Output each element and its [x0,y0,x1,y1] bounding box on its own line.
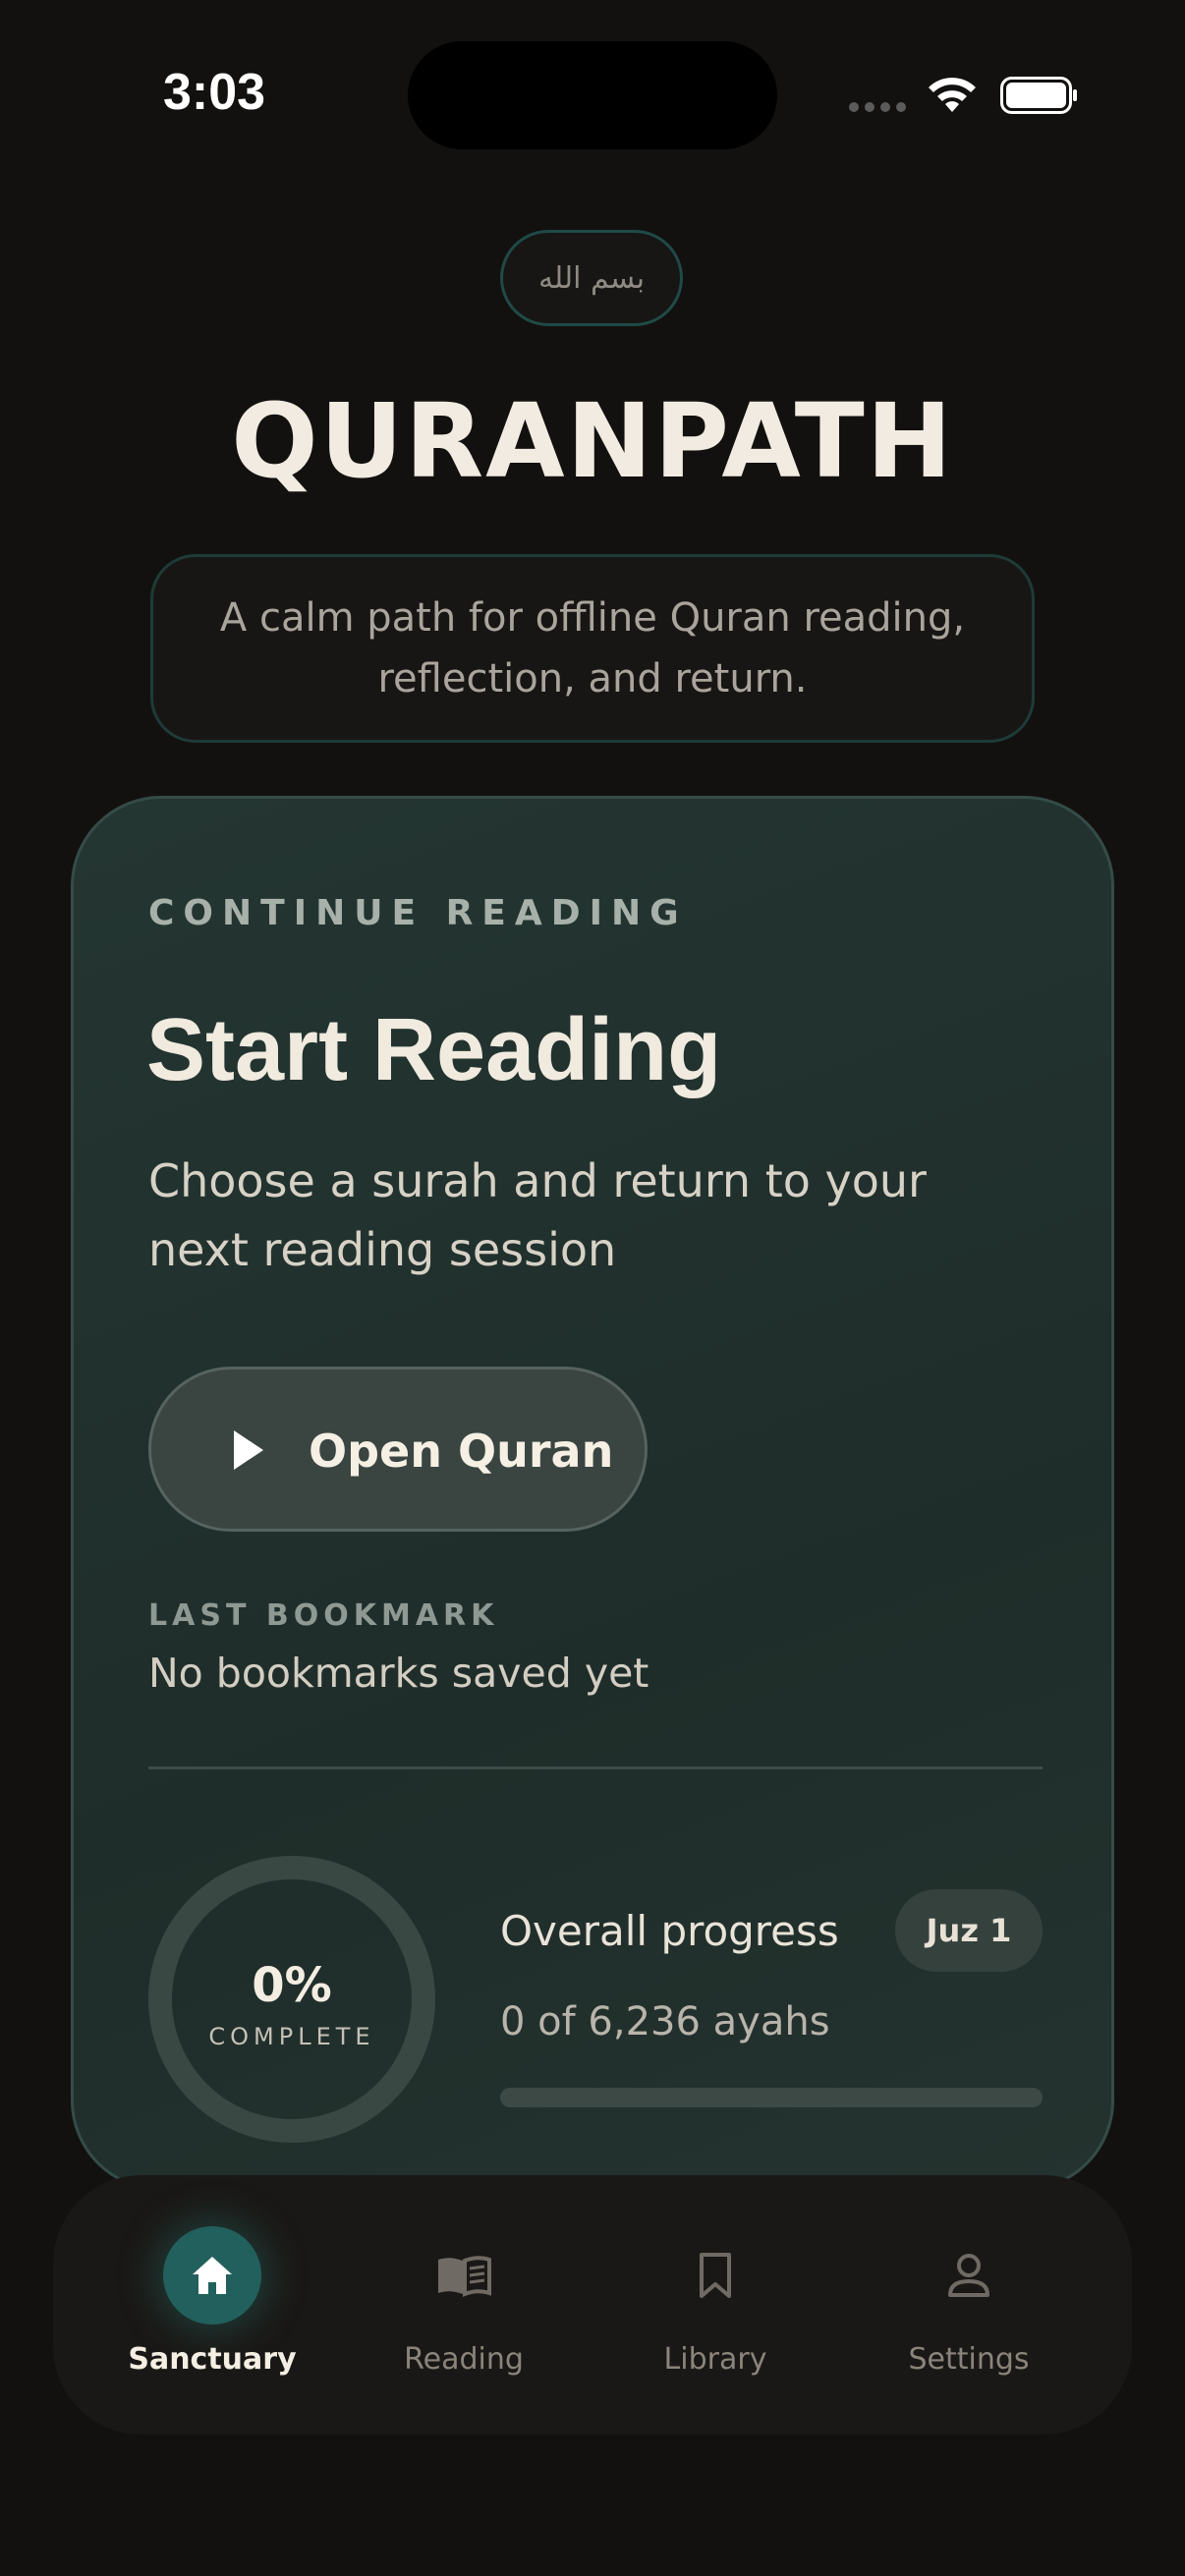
status-bar: 3:03 [0,0,1185,196]
ayah-count: 0 of 6,236 ayahs [500,1999,830,2044]
progress-bar [500,2088,1043,2107]
play-icon [234,1430,263,1470]
juz-badge: Juz 1 [895,1889,1043,1972]
app-title: QURANPATH [231,381,954,501]
tab-reading[interactable]: Reading [336,2175,592,2435]
card-kicker: CONTINUE READING [148,893,688,933]
card-subtitle: Choose a surah and return to your next r… [148,1154,927,1276]
divider [148,1766,1043,1769]
bookmark-icon [666,2226,764,2324]
status-time: 3:03 [163,64,266,121]
home-icon [163,2226,261,2324]
continue-reading-card: CONTINUE READING Start Reading Choose a … [71,796,1114,2191]
wifi-icon [929,78,976,112]
tab-settings[interactable]: Settings [841,2175,1097,2435]
tab-sanctuary[interactable]: Sanctuary [85,2175,340,2435]
dynamic-island [408,41,777,149]
last-bookmark-value: No bookmarks saved yet [148,1650,649,1697]
tab-library[interactable]: Library [588,2175,843,2435]
cellular-signal-icon [849,102,906,112]
tab-label: Reading [404,2342,524,2377]
card-title: Start Reading [146,1001,722,1099]
last-bookmark-heading: LAST BOOKMARK [148,1598,499,1633]
bismillah-badge: بسم الله [500,230,683,326]
progress-percent: 0% [252,1958,332,2013]
person-icon [920,2226,1018,2324]
open-book-icon [415,2226,513,2324]
tab-label: Library [663,2342,767,2377]
battery-icon [1000,77,1077,114]
progress-complete-label: COMPLETE [208,2023,375,2050]
tagline-text: A calm path for offline Quran reading, r… [219,595,966,701]
tagline-box: A calm path for offline Quran reading, r… [150,554,1035,743]
bottom-tab-bar: Sanctuary Reading Library Settings [53,2175,1132,2435]
overall-progress-title: Overall progress [500,1907,839,1955]
open-quran-button[interactable]: Open Quran [148,1367,648,1532]
open-quran-label: Open Quran [309,1425,614,1478]
tab-label: Settings [908,2342,1030,2377]
progress-ring: 0% COMPLETE [146,1854,437,2145]
tab-label: Sanctuary [128,2342,297,2377]
